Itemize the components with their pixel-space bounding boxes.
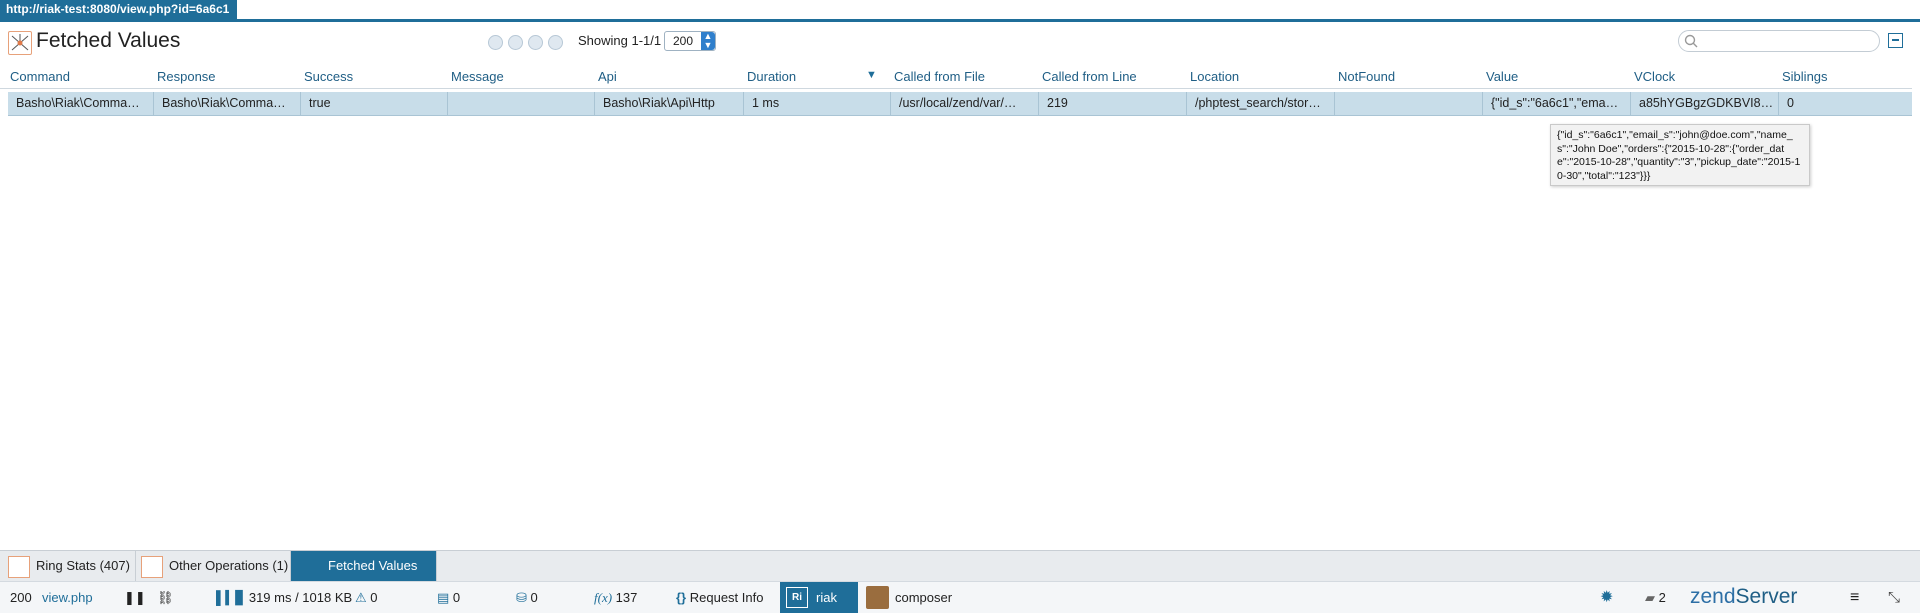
riak-logo-icon: Ri	[786, 587, 808, 608]
log-count: 0	[452, 590, 461, 605]
cell-command: Basho\Riak\Comma…	[8, 92, 154, 115]
cell-message	[448, 92, 595, 115]
riak-plugin-button[interactable]: Ri riak	[780, 582, 858, 613]
col-siblings[interactable]: Siblings	[1782, 69, 1828, 84]
warnings-item[interactable]: ⚠ 0	[355, 582, 378, 613]
first-page-icon[interactable]	[488, 35, 503, 50]
link-icon[interactable]: ⛓	[157, 582, 174, 613]
riak-label: riak	[816, 590, 837, 605]
cell-called-from-line: 219	[1039, 92, 1187, 115]
col-location[interactable]: Location	[1190, 69, 1239, 84]
panel-header: Fetched Values Showing 1-1/1 200 ▲ ▼	[0, 26, 1920, 62]
database-item[interactable]: ⛁ 0	[516, 582, 538, 613]
cell-location: /phptest_search/stor…	[1187, 92, 1335, 115]
riak-network-icon	[141, 556, 163, 578]
search-icon	[1684, 34, 1698, 48]
pause-icon[interactable]: ❚❚	[124, 582, 146, 613]
tab-fetched-values[interactable]: Fetched Values (1)	[291, 551, 437, 603]
tab-ring-stats[interactable]: Ring Stats (407)	[0, 551, 136, 581]
panel-title: Fetched Values	[36, 29, 181, 52]
col-response[interactable]: Response	[157, 69, 216, 84]
next-page-icon[interactable]	[528, 35, 543, 50]
col-called-from-file[interactable]: Called from File	[894, 69, 985, 84]
functions-count: 137	[615, 590, 638, 605]
riak-network-icon	[8, 556, 30, 578]
cell-siblings: 0	[1787, 96, 1794, 110]
status-bar: 200 view.php ❚❚ ⛓ ▌▍▊ 319 ms / 1018 KB ⚠…	[0, 581, 1920, 613]
composer-logo-icon	[866, 586, 889, 609]
comments-count: 2	[1658, 590, 1666, 605]
page-link[interactable]: view.php	[42, 582, 93, 613]
tab-other-operations[interactable]: Other Operations (1)	[136, 551, 291, 581]
cell-value: {"id_s":"6a6c1","ema…	[1483, 92, 1631, 115]
panel-tabs: Ring Stats (407) Other Operations (1) Fe…	[0, 550, 1920, 603]
url-label[interactable]: http://riak-test:8080/view.php?id=6a6c1	[0, 0, 238, 19]
braces-icon: {}	[676, 590, 687, 605]
cell-api: Basho\Riak\Api\Http	[595, 92, 744, 115]
cell-notfound	[1335, 92, 1483, 115]
col-value[interactable]: Value	[1486, 69, 1518, 84]
performance-value: 319 ms / 1018 KB	[248, 590, 353, 605]
url-bar: http://riak-test:8080/view.php?id=6a6c1	[0, 0, 1920, 22]
col-success[interactable]: Success	[304, 69, 353, 84]
search-input[interactable]	[1678, 30, 1880, 52]
database-count: 0	[530, 590, 538, 605]
col-message[interactable]: Message	[451, 69, 504, 84]
warning-icon: ⚠	[355, 590, 367, 605]
zend-server-logo: zendServer	[1690, 585, 1797, 609]
col-called-from-line[interactable]: Called from Line	[1042, 69, 1137, 84]
col-command[interactable]: Command	[10, 69, 70, 84]
log-icon: ▤	[437, 590, 450, 605]
performance-item[interactable]: ▌▍▊ 319 ms / 1018 KB	[216, 582, 352, 613]
prev-page-icon[interactable]	[508, 35, 523, 50]
pager-text: Showing 1-1/1	[578, 33, 662, 48]
col-vclock[interactable]: VClock	[1634, 69, 1675, 84]
sort-desc-icon[interactable]: ▼	[866, 69, 877, 81]
bar-chart-icon: ▌▍▊	[216, 590, 246, 605]
cell-response: Basho\Riak\Comma…	[154, 92, 301, 115]
comments-item[interactable]: ▰ 2	[1645, 582, 1666, 613]
functions-item[interactable]: f(x) 137	[594, 582, 637, 613]
col-notfound[interactable]: NotFound	[1338, 69, 1395, 84]
bug-icon[interactable]: ✹	[1600, 582, 1613, 613]
page-size-select[interactable]: 200 ▲ ▼	[664, 31, 716, 51]
last-page-icon[interactable]	[548, 35, 563, 50]
collapse-panel-icon[interactable]	[1888, 33, 1903, 48]
minimize-icon[interactable]: ⤡	[1888, 582, 1900, 613]
riak-network-icon	[8, 31, 32, 55]
request-info-label: Request Info	[689, 590, 764, 605]
cell-duration: 1 ms	[744, 92, 891, 115]
col-duration[interactable]: Duration	[747, 69, 796, 84]
cell-vclock: a85hYGBgzGDKBVI8…	[1631, 92, 1779, 115]
select-arrows-icon: ▲ ▼	[701, 32, 715, 50]
cell-called-from-file: /usr/local/zend/var/…	[891, 92, 1039, 115]
table-row[interactable]: Basho\Riak\Comma… Basho\Riak\Comma… true…	[8, 92, 1912, 116]
value-tooltip: {"id_s":"6a6c1","email_s":"john@doe.com"…	[1550, 124, 1810, 186]
brand-zend: zend	[1690, 585, 1736, 608]
warnings-count: 0	[370, 590, 378, 605]
function-icon: f(x)	[594, 590, 613, 605]
page-size-value: 200	[673, 34, 694, 48]
table-header: Command Response Success Message Api Dur…	[0, 66, 1912, 89]
cell-success: true	[301, 92, 448, 115]
log-item[interactable]: ▤ 0	[437, 582, 460, 613]
menu-icon[interactable]: ≡	[1850, 582, 1859, 613]
database-icon: ⛁	[516, 590, 527, 605]
col-api[interactable]: Api	[598, 69, 617, 84]
status-code: 200	[10, 590, 32, 605]
composer-label[interactable]: composer	[895, 582, 952, 613]
brand-server: Server	[1735, 585, 1798, 608]
comment-icon: ▰	[1645, 590, 1655, 605]
tab-other-operations-label: Other Operations (1)	[169, 558, 289, 573]
request-info-item[interactable]: {} Request Info	[676, 582, 763, 613]
tab-ring-stats-label: Ring Stats (407)	[36, 558, 130, 573]
